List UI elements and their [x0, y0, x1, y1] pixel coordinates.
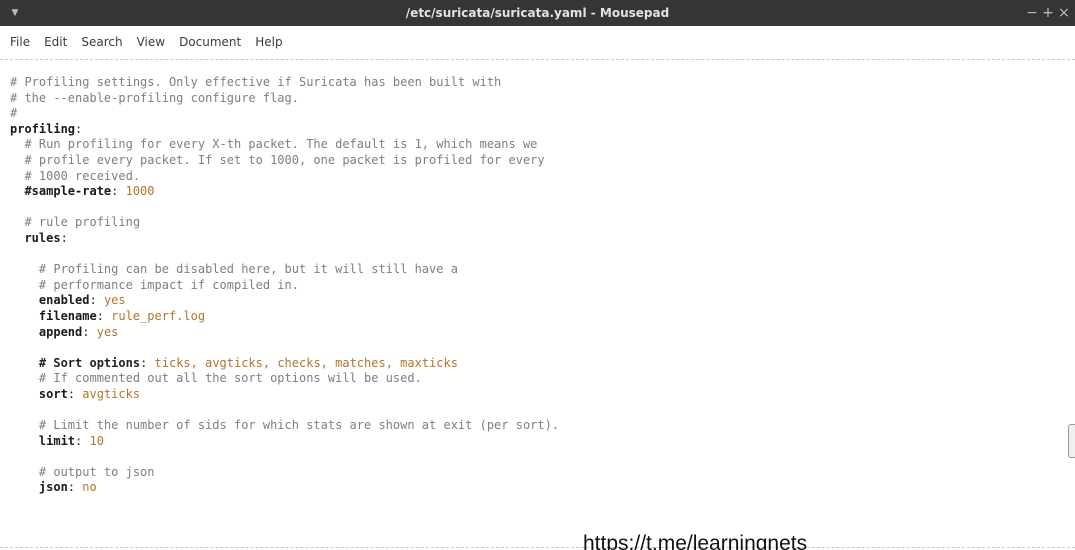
code-token-key: limit [38, 433, 76, 448]
code-line[interactable]: # [10, 106, 559, 122]
code-line[interactable]: # Run profiling for every X-th packet. T… [10, 137, 559, 153]
code-line[interactable]: profiling: [10, 122, 559, 138]
code-line[interactable]: ​ [10, 247, 559, 263]
menu-document[interactable]: Document [179, 26, 241, 59]
code-line[interactable]: json: no [10, 480, 559, 496]
code-token-punct [10, 480, 39, 494]
code-token-comment: # Limit the number of sids for which sta… [10, 418, 560, 433]
code-line[interactable]: # Limit the number of sids for which sta… [10, 418, 559, 434]
code-line[interactable]: ​ [10, 340, 559, 356]
code-token-comment: # If commented out all the sort options … [10, 371, 422, 386]
code-line[interactable]: ​ [10, 200, 559, 216]
code-token-key: rules [24, 230, 61, 245]
code-token-comment: # performance impact if compiled in. [10, 277, 299, 292]
code-line[interactable]: # rule profiling [10, 215, 559, 231]
code-token-comment: # Profiling can be disabled here, but it… [10, 262, 458, 277]
code-token-comment: # Profiling settings. Only effective if … [10, 75, 502, 89]
minimize-button[interactable]: − [1025, 0, 1039, 26]
code-line[interactable]: append: yes [10, 325, 559, 341]
code-token-punct [10, 387, 39, 401]
code-token-val: yes [96, 324, 119, 339]
code-line[interactable]: # 1000 received. [10, 169, 559, 185]
code-line[interactable]: filename: rule_perf.log [10, 309, 559, 325]
code-token-punct: : [75, 433, 90, 448]
code-token-val: 10 [89, 433, 104, 448]
code-token-key: profiling [10, 121, 76, 136]
watermark-text: https://t.me/learningnets [583, 532, 808, 550]
statusbar-divider [0, 547, 1075, 548]
code-line[interactable]: # profile every packet. If set to 1000, … [10, 153, 559, 169]
code-line[interactable]: # If commented out all the sort options … [10, 371, 559, 387]
code-line[interactable]: sort: avgticks [10, 387, 559, 403]
menu-view[interactable]: View [137, 26, 165, 59]
code-token-comment: # 1000 received. [10, 168, 141, 183]
code-line[interactable]: # the --enable-profiling configure flag. [10, 91, 559, 107]
code-line[interactable]: # Profiling can be disabled here, but it… [10, 262, 559, 278]
code-token-punct [10, 184, 24, 198]
close-button[interactable]: × [1057, 0, 1071, 26]
code-token-punct: : [111, 184, 126, 199]
code-token-val: rule_perf.log [111, 308, 206, 323]
code-token-punct: : [140, 355, 155, 370]
code-line[interactable]: # Profiling settings. Only effective if … [10, 75, 559, 91]
code-token-val: 1000 [125, 184, 155, 199]
code-token-punct [10, 293, 39, 307]
code-token-comment: # rule profiling [10, 215, 141, 230]
code-token-punct [10, 434, 39, 448]
menu-search[interactable]: Search [81, 26, 122, 59]
code-token-comment: # the --enable-profiling configure flag. [10, 90, 299, 105]
code-token-punct [10, 325, 39, 339]
code-token-punct [10, 356, 39, 370]
code-line[interactable]: # performance impact if compiled in. [10, 278, 559, 294]
code-token-punct: : [75, 121, 83, 136]
code-token-punct: : [67, 386, 83, 401]
code-token-punct: : [67, 480, 83, 495]
code-line[interactable]: #sample-rate: 1000 [10, 184, 559, 200]
text-editor-area[interactable]: # Profiling settings. Only effective if … [0, 60, 1068, 547]
window-title: /etc/suricata/suricata.yaml - Mousepad [405, 6, 670, 20]
title-bar[interactable]: ▼ /etc/suricata/suricata.yaml - Mousepad… [0, 0, 1075, 26]
mousepad-window: ▼ /etc/suricata/suricata.yaml - Mousepad… [0, 0, 1075, 550]
code-line[interactable]: # Sort options: ticks, avgticks, checks,… [10, 356, 559, 372]
code-line[interactable]: ​ [10, 449, 559, 465]
scrollbar-thumb[interactable] [1068, 424, 1075, 458]
menu-help[interactable]: Help [255, 26, 282, 59]
code-token-key: filename [38, 308, 97, 323]
code-line[interactable]: ​ [10, 402, 559, 418]
code-token-key: append [38, 324, 83, 339]
window-controls: − + × [1025, 0, 1071, 26]
code-token-val: avgticks [82, 386, 141, 401]
code-token-comment: # Run profiling for every X-th packet. T… [10, 137, 538, 152]
code-content[interactable]: # Profiling settings. Only effective if … [10, 75, 559, 496]
code-token-key: #sample-rate [24, 184, 112, 199]
code-token-comment: # output to json [10, 464, 155, 479]
code-token-punct: : [60, 230, 68, 245]
code-token-punct: : [96, 308, 112, 323]
code-token-val: ticks, avgticks, checks, matches, maxtic… [154, 355, 458, 370]
code-token-punct: : [89, 293, 104, 308]
code-line[interactable]: rules: [10, 231, 559, 247]
code-token-punct [10, 309, 39, 323]
code-line[interactable]: # output to json [10, 465, 559, 481]
code-token-key: enabled [38, 293, 90, 308]
code-token-comment: # [10, 106, 18, 121]
code-token-key: json [38, 480, 68, 495]
menu-file[interactable]: File [10, 26, 30, 59]
menu-bar: File Edit Search View Document Help [0, 26, 1075, 59]
vertical-scrollbar[interactable] [1068, 60, 1075, 547]
code-token-punct: : [82, 324, 97, 339]
code-token-bold-comment: # Sort options [38, 355, 141, 370]
code-token-val: no [82, 480, 97, 495]
code-line[interactable]: enabled: yes [10, 293, 559, 309]
code-token-comment: # profile every packet. If set to 1000, … [10, 152, 545, 167]
maximize-button[interactable]: + [1041, 0, 1055, 26]
code-token-punct [10, 231, 24, 245]
code-token-val: yes [103, 293, 126, 308]
menu-edit[interactable]: Edit [44, 26, 67, 59]
code-line[interactable]: limit: 10 [10, 434, 559, 450]
code-token-key: sort [38, 386, 68, 401]
